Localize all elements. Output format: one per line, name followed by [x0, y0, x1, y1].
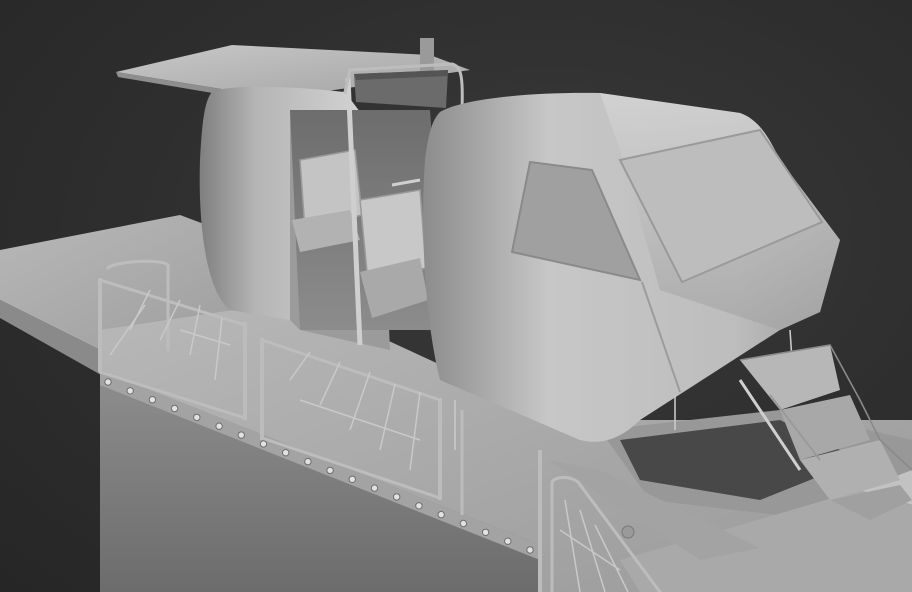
rivet: [282, 449, 290, 457]
rivet: [415, 502, 423, 510]
rivet: [437, 510, 445, 519]
rivet: [126, 387, 134, 395]
rivet: [215, 422, 223, 430]
rivet: [259, 440, 268, 448]
rivet: [326, 466, 334, 475]
rivet: [170, 404, 179, 413]
rivet: [481, 528, 490, 536]
rivet: [504, 537, 512, 545]
rivet: [393, 493, 401, 501]
cabin-interior: [290, 77, 445, 346]
rivet: [193, 413, 201, 422]
rivet: [104, 378, 112, 386]
render-scene: [0, 38, 912, 592]
rivet: [459, 519, 468, 528]
rivet: [526, 546, 534, 554]
rivet: [237, 431, 246, 439]
3d-viewport[interactable]: gondola-cabin-station: [0, 0, 912, 592]
rivet: [348, 475, 356, 483]
rivet: [304, 457, 312, 466]
rivet: [148, 396, 157, 404]
rivet: [370, 484, 379, 492]
passenger-seat-front: [359, 189, 428, 318]
